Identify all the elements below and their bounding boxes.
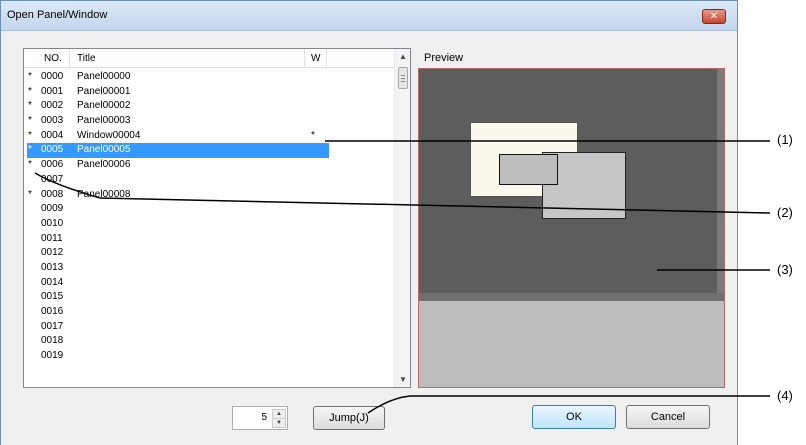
callout-label-2: (2) xyxy=(777,205,793,220)
callout-lines xyxy=(34,140,771,414)
callout-line-2 xyxy=(34,172,771,214)
callout-label-1: (1) xyxy=(777,132,793,147)
callout-label-4: (4) xyxy=(777,388,793,403)
callout-line-4 xyxy=(367,395,770,414)
callout-label-3: (3) xyxy=(777,262,793,277)
